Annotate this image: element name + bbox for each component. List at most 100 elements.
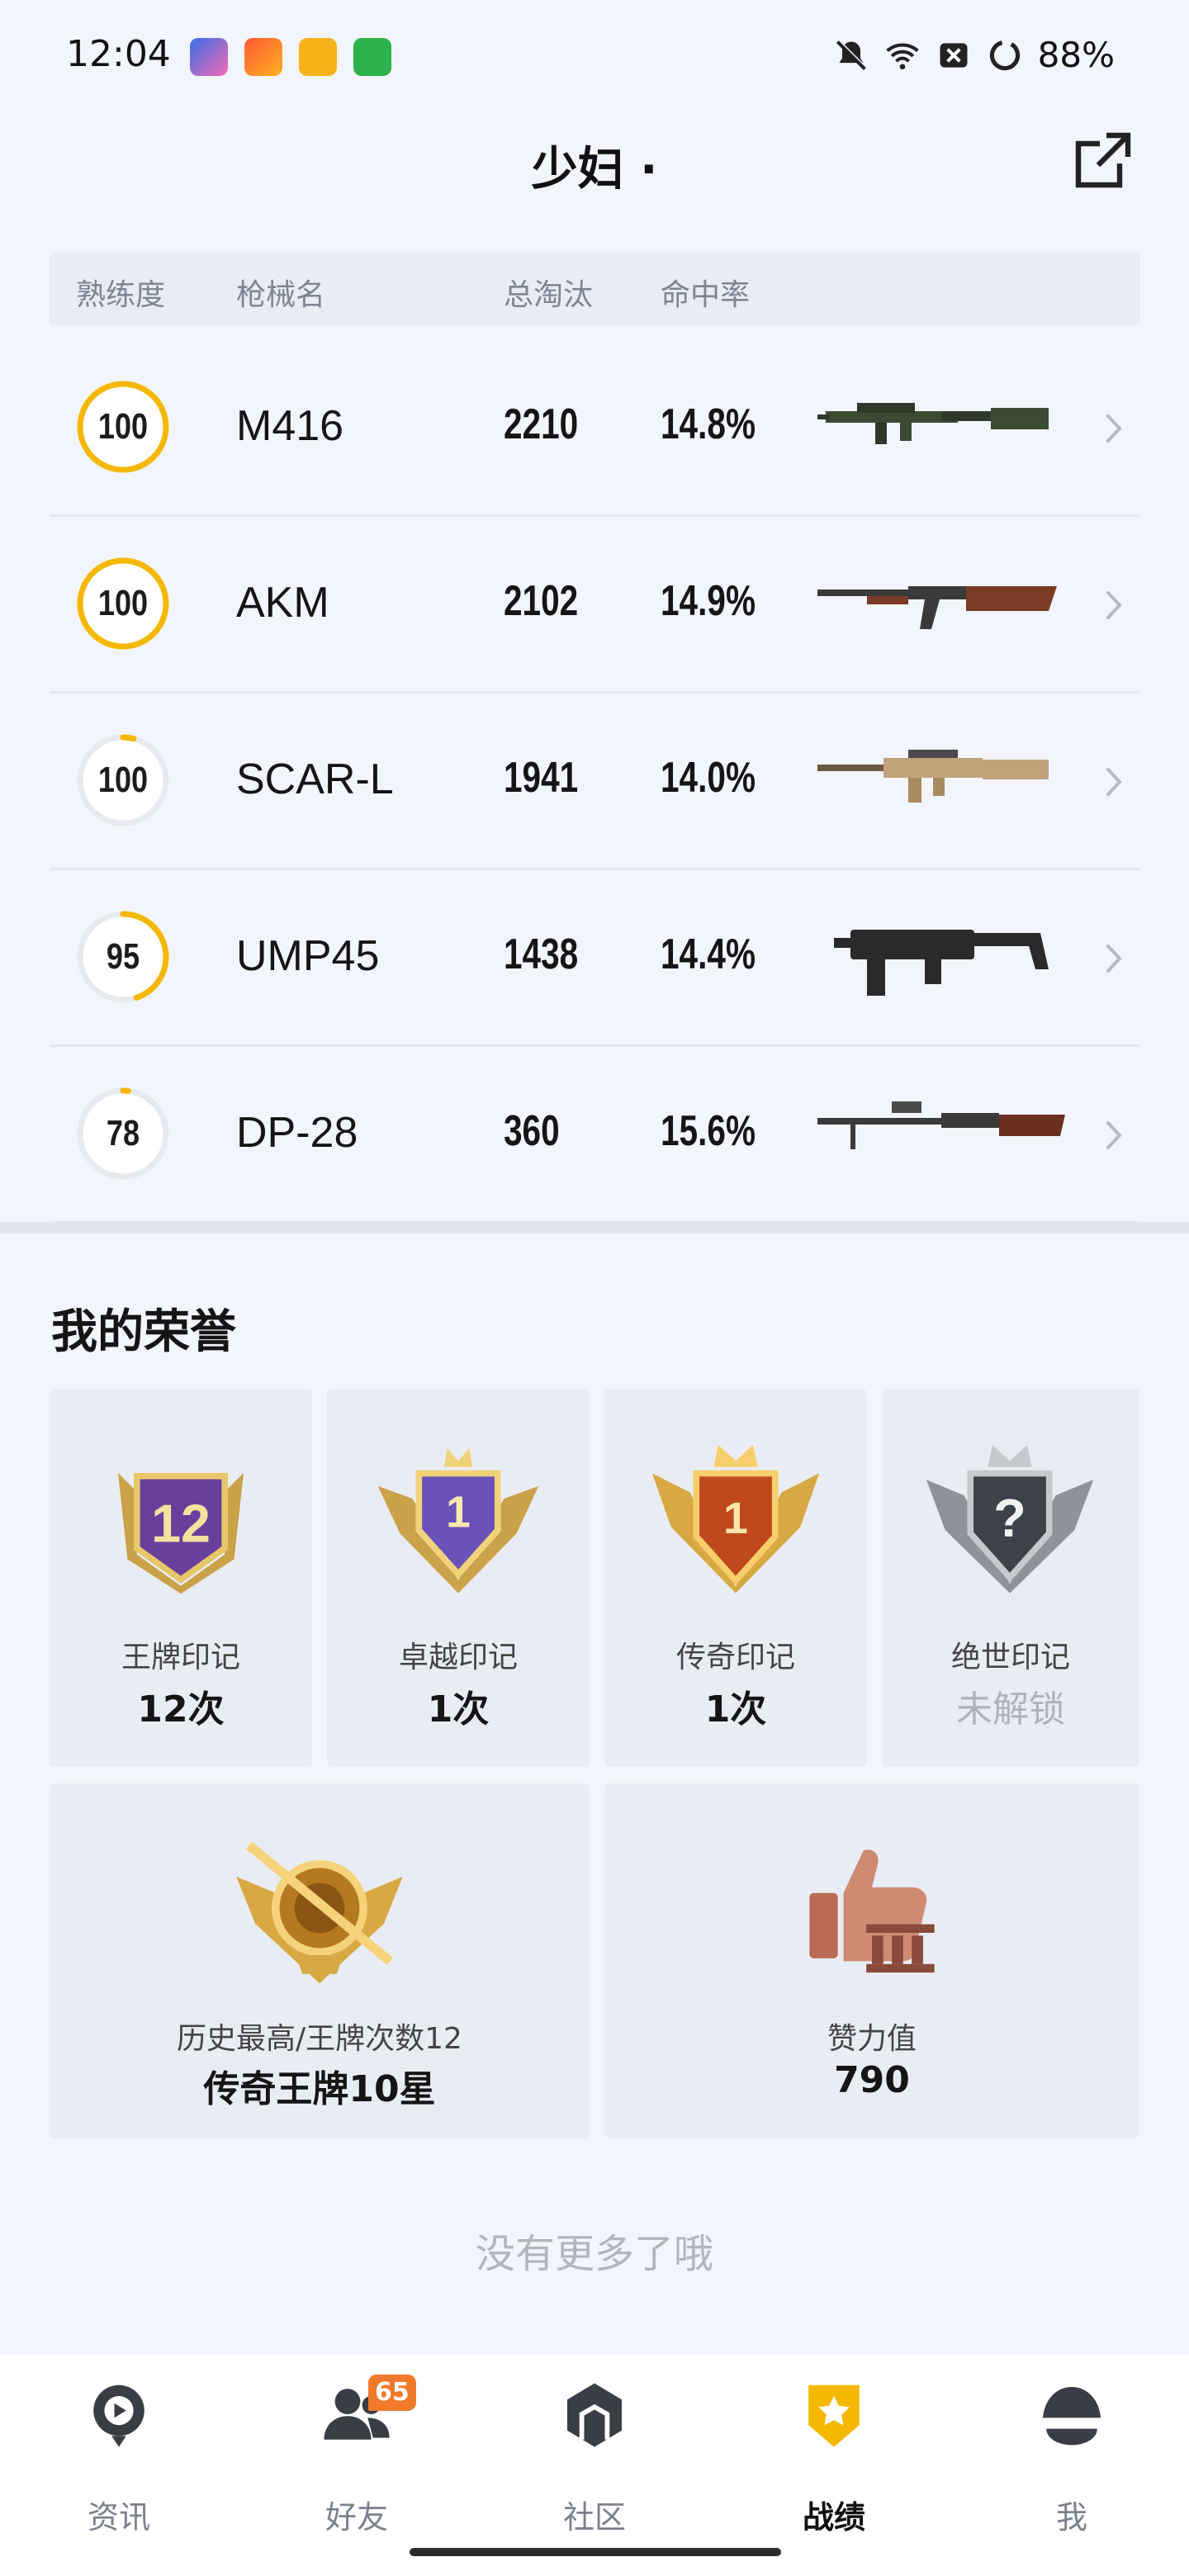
- weapon-image-icon: [817, 750, 1049, 803]
- eliminations-value: 2210: [504, 400, 579, 448]
- status-right-group: 88%: [833, 35, 1115, 75]
- chevron-right-icon: [1106, 414, 1122, 443]
- hit-rate-value: 14.8%: [661, 400, 756, 448]
- likes-label: 赞力值: [827, 2022, 917, 2056]
- tab-me[interactable]: 我: [989, 2378, 1154, 2543]
- weapon-row[interactable]: 100 M416 2210 14.8%: [50, 340, 1139, 517]
- chevron-right-icon: [1106, 768, 1122, 796]
- mastery-value: 100: [97, 406, 149, 447]
- tab-friends[interactable]: 65 好友: [274, 2375, 439, 2543]
- mastery-value: 100: [97, 583, 149, 623]
- home-indicator[interactable]: [410, 2548, 781, 2556]
- weapon-table-header: 熟练度 枪械名 总淘汰 命中率: [50, 253, 1139, 325]
- hit-rate-value: 14.0%: [661, 754, 756, 802]
- battery-ring-icon: [989, 40, 1020, 70]
- column-mastery: 熟练度: [76, 278, 166, 312]
- eliminations-value: 2102: [504, 577, 579, 625]
- column-hit-rate: 命中率: [661, 278, 751, 312]
- end-of-list-text: 没有更多了哦: [475, 2231, 713, 2277]
- honor-label: 卓越印记: [398, 1641, 518, 1674]
- eliminations-value: 1941: [504, 754, 579, 802]
- tab-records[interactable]: 战绩: [751, 2378, 917, 2543]
- hit-rate-value: 14.4%: [661, 930, 756, 978]
- helmet-icon: [1042, 2387, 1101, 2446]
- honor-value: 12次: [137, 1688, 225, 1731]
- honor-card-legend[interactable]: 1 传奇印记 1次: [604, 1389, 867, 1767]
- honor-label: 传奇印记: [675, 1641, 795, 1674]
- app-red-icon: [244, 38, 282, 76]
- weapon-row[interactable]: 100 AKM 2102 14.9%: [50, 517, 1139, 694]
- community-icon: [567, 2383, 622, 2447]
- weapon-image-icon: [817, 403, 1049, 444]
- peerless-emblem-mark: ?: [993, 1488, 1026, 1548]
- eliminations-value: 1438: [504, 930, 579, 978]
- honor-value: 1次: [427, 1688, 490, 1731]
- section-divider: [0, 1222, 1189, 1234]
- weapon-image-icon: [817, 586, 1057, 629]
- honors-title: 我的荣誉: [51, 1305, 236, 1359]
- column-weapon-name: 枪械名: [236, 278, 326, 312]
- chevron-right-icon: [1106, 591, 1122, 619]
- legend-emblem-number: 1: [723, 1494, 748, 1543]
- tab-label: 社区: [562, 2499, 626, 2536]
- app-book-icon: [299, 38, 337, 76]
- elite-emblem-icon: 1: [377, 1448, 539, 1593]
- tab-label: 资讯: [87, 2499, 150, 2536]
- honor-card-peerless[interactable]: ? 绝世印记 未解锁: [882, 1389, 1139, 1767]
- weapon-name: UMP45: [236, 932, 380, 980]
- tab-label: 我: [1055, 2499, 1087, 2536]
- battery-percent: 88%: [1037, 35, 1115, 75]
- eliminations-value: 360: [504, 1107, 560, 1155]
- weapon-name: SCAR-L: [236, 755, 394, 803]
- weapon-row[interactable]: 95 UMP45 1438 14.4%: [50, 870, 1139, 1047]
- tab-news[interactable]: 资讯: [36, 2378, 201, 2543]
- mastery-value: 100: [97, 760, 149, 800]
- weapon-name: AKM: [236, 579, 329, 627]
- likes-card[interactable]: 赞力值 790: [604, 1783, 1139, 2138]
- tab-label: 战绩: [802, 2499, 865, 2536]
- weapon-name: M416: [236, 402, 344, 450]
- tab-label: 好友: [324, 2499, 388, 2536]
- status-app-icons: [190, 38, 391, 76]
- tab-community[interactable]: 社区: [512, 2378, 677, 2543]
- legend-ace-rank-emblem-icon: [236, 1841, 403, 1984]
- hit-rate-value: 15.6%: [661, 1107, 756, 1155]
- honor-card-elite[interactable]: 1 卓越印记 1次: [327, 1389, 590, 1767]
- app-shield-icon: [353, 38, 391, 76]
- highest-rank-card[interactable]: 历史最高/王牌次数12 传奇王牌10星: [50, 1783, 590, 2138]
- ace-emblem-number: 12: [151, 1494, 211, 1554]
- column-eliminations: 总淘汰: [504, 278, 594, 312]
- weapon-image-icon: [817, 1101, 1065, 1149]
- record-badge-icon: [808, 2384, 860, 2447]
- ace-emblem-icon: 12: [118, 1473, 244, 1594]
- elite-emblem-number: 1: [446, 1488, 471, 1537]
- honor-card-ace[interactable]: 12 王牌印记 12次: [50, 1389, 312, 1767]
- friends-count-badge: 65: [368, 2375, 416, 2411]
- weapon-image-icon: [834, 930, 1049, 996]
- peerless-locked-emblem-icon: ?: [926, 1445, 1094, 1593]
- wifi-icon: [885, 42, 919, 69]
- honor-value: 1次: [704, 1688, 767, 1731]
- hit-rate-value: 14.9%: [661, 577, 756, 625]
- mastery-value: 95: [106, 936, 140, 977]
- thumbs-up-icon: [809, 1849, 935, 1973]
- highest-rank-value: 传奇王牌10星: [203, 2068, 436, 2110]
- honor-value-locked: 未解锁: [956, 1688, 1065, 1731]
- weapon-name: DP-28: [236, 1109, 358, 1157]
- status-time: 12:04: [66, 33, 171, 75]
- highest-rank-label: 历史最高/王牌次数12: [177, 2022, 462, 2056]
- page-title: 少妇 ·: [531, 143, 658, 197]
- weapon-row[interactable]: 78 DP-28 360 15.6%: [50, 1047, 1139, 1224]
- honor-label: 绝世印记: [950, 1641, 1070, 1674]
- sim-off-icon: [940, 42, 968, 68]
- bottom-tab-bar: 资讯 65 好友 社区 战绩 我: [0, 2355, 1189, 2576]
- weapon-row[interactable]: 100 SCAR-L 1941 14.0%: [50, 694, 1139, 870]
- chevron-right-icon: [1106, 1121, 1122, 1149]
- likes-value: 790: [834, 2059, 910, 2101]
- chevron-right-icon: [1106, 945, 1122, 973]
- mastery-value: 78: [106, 1113, 140, 1153]
- mute-bell-icon: [836, 39, 867, 70]
- app-game-icon: [190, 38, 228, 76]
- legend-emblem-icon: 1: [651, 1445, 820, 1593]
- share-external-icon[interactable]: [1070, 127, 1136, 193]
